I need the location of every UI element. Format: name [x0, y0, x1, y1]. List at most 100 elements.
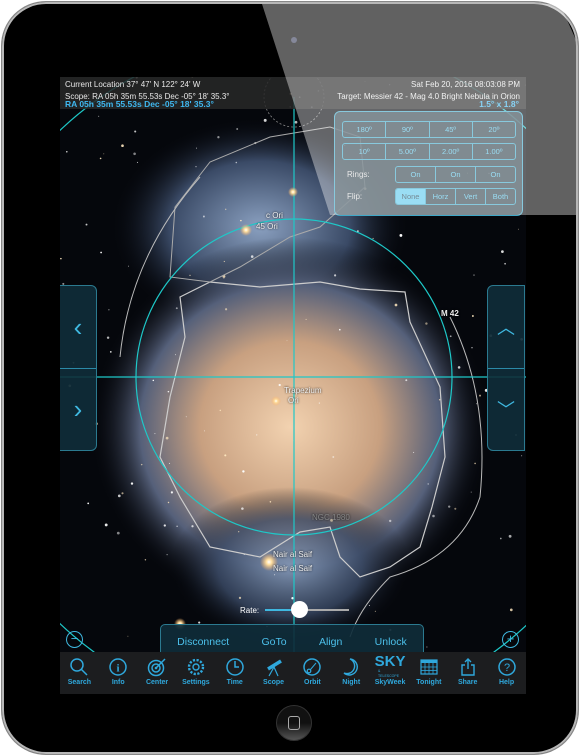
fov-5-button[interactable]: 5.00º: [386, 144, 430, 159]
star: [374, 610, 376, 613]
toolbar-time[interactable]: Time: [215, 652, 254, 694]
toolbar-label: Center: [145, 679, 169, 686]
label-ori[interactable]: Ori: [288, 396, 299, 405]
star: [474, 462, 476, 465]
star: [438, 399, 441, 401]
star: [219, 409, 222, 412]
toolbar-orbit[interactable]: Orbit: [293, 652, 332, 694]
toolbar-info[interactable]: i Info: [99, 652, 138, 694]
skyweek-logo-text: SKY: [374, 653, 406, 670]
toolbar-share[interactable]: Share: [448, 652, 487, 694]
label-c-ori[interactable]: c Ori: [266, 211, 283, 220]
star: [242, 470, 245, 473]
star: [117, 494, 121, 498]
star: [471, 347, 473, 349]
label-ngc1980[interactable]: NGC 1980: [312, 513, 350, 522]
flip-horz-button[interactable]: Horz: [426, 189, 456, 204]
star: [508, 534, 512, 538]
star: [167, 390, 170, 393]
fov-1-button[interactable]: 1.00º: [473, 144, 515, 159]
star: [130, 482, 134, 485]
star: [426, 646, 428, 648]
target-icon: [145, 656, 169, 678]
star: [116, 531, 120, 535]
unlock-button[interactable]: Unlock: [375, 636, 407, 648]
star: [224, 208, 227, 211]
star: [223, 277, 225, 279]
toolbar-settings[interactable]: Settings: [176, 652, 215, 694]
star: [217, 136, 220, 139]
fov-90-button[interactable]: 90º: [386, 122, 430, 137]
star: [203, 430, 205, 432]
toolbar-label: Night: [342, 679, 361, 686]
toolbar-tonight[interactable]: Tonight: [409, 652, 448, 694]
star: [152, 379, 155, 382]
toolbar-skyweek[interactable]: SKY & TELESCOPE SkyWeek: [371, 652, 410, 694]
nudge-left-button[interactable]: ‹: [60, 286, 96, 368]
label-trapezium[interactable]: Trapezium: [284, 386, 322, 395]
toolbar-center[interactable]: Center: [138, 652, 177, 694]
star: [165, 436, 169, 440]
zoom-in-button[interactable]: +: [502, 631, 519, 648]
bottom-toolbar: Search i Info Center Settings Time Scope: [60, 652, 526, 694]
fov-2-button[interactable]: 2.00º: [430, 144, 473, 159]
star: [223, 260, 225, 263]
star: [338, 328, 341, 331]
star: [127, 265, 130, 267]
flip-label: Flip:: [347, 192, 363, 201]
fov-10-button[interactable]: 10º: [343, 144, 387, 159]
app-screen: Current Location 37° 47' N 122° 24' W Sa…: [60, 77, 526, 694]
star: [103, 153, 105, 155]
label-m42[interactable]: M 42: [441, 309, 459, 318]
star: [305, 318, 307, 320]
star: [274, 574, 276, 576]
star: [291, 597, 294, 600]
telescope-icon: [262, 656, 286, 678]
toolbar-night[interactable]: Night: [332, 652, 371, 694]
star: [241, 507, 244, 510]
fov-readout[interactable]: 1.5° x 1.8°: [479, 99, 519, 109]
star: [144, 559, 147, 561]
flip-none-button[interactable]: None: [396, 189, 426, 204]
rate-slider-thumb[interactable]: [290, 601, 308, 618]
rate-label: Rate:: [240, 606, 260, 615]
rate-slider[interactable]: [265, 601, 349, 618]
star: [121, 144, 124, 148]
toolbar-search[interactable]: Search: [60, 652, 99, 694]
star: [509, 608, 513, 612]
zoom-out-button[interactable]: −: [66, 631, 83, 648]
star: [100, 251, 102, 254]
ra-dec-readout: RA 05h 35m 55.53s Dec -05° 18' 35.3°: [65, 99, 214, 109]
fov-45-button[interactable]: 45º: [430, 122, 473, 137]
label-nair-al-saif-2[interactable]: Nair al Saif: [273, 564, 312, 573]
star: [238, 531, 240, 533]
star: [448, 505, 451, 508]
disconnect-button[interactable]: Disconnect: [177, 636, 229, 648]
fov-180-button[interactable]: 180º: [343, 122, 387, 137]
star: [425, 322, 428, 325]
ring-1-toggle[interactable]: On: [396, 167, 436, 182]
right-nudge-control: ︿ ﹀: [487, 285, 525, 451]
star: [140, 463, 143, 466]
ring-3-toggle[interactable]: On: [476, 167, 515, 182]
toolbar-scope[interactable]: Scope: [254, 652, 293, 694]
label-nair-al-saif-1[interactable]: Nair al Saif: [273, 550, 312, 559]
flip-vert-button[interactable]: Vert: [456, 189, 486, 204]
label-45-ori[interactable]: 45 Ori: [256, 222, 278, 231]
nudge-right-button[interactable]: ›: [60, 368, 96, 450]
flip-both-button[interactable]: Both: [486, 189, 515, 204]
toolbar-label: SkyWeek: [374, 679, 406, 686]
nudge-up-button[interactable]: ︿: [488, 286, 524, 368]
ring-2-toggle[interactable]: On: [436, 167, 476, 182]
star: [479, 394, 481, 397]
fov-20-button[interactable]: 20º: [473, 122, 515, 137]
star: [294, 120, 298, 124]
toolbar-help[interactable]: ? Help: [487, 652, 526, 694]
home-button[interactable]: [276, 705, 312, 741]
star: [163, 524, 166, 527]
star: [250, 255, 254, 258]
align-button[interactable]: Align: [319, 636, 342, 648]
goto-button[interactable]: GoTo: [261, 636, 286, 648]
orbit-icon: [300, 656, 324, 678]
nudge-down-button[interactable]: ﹀: [488, 368, 524, 450]
